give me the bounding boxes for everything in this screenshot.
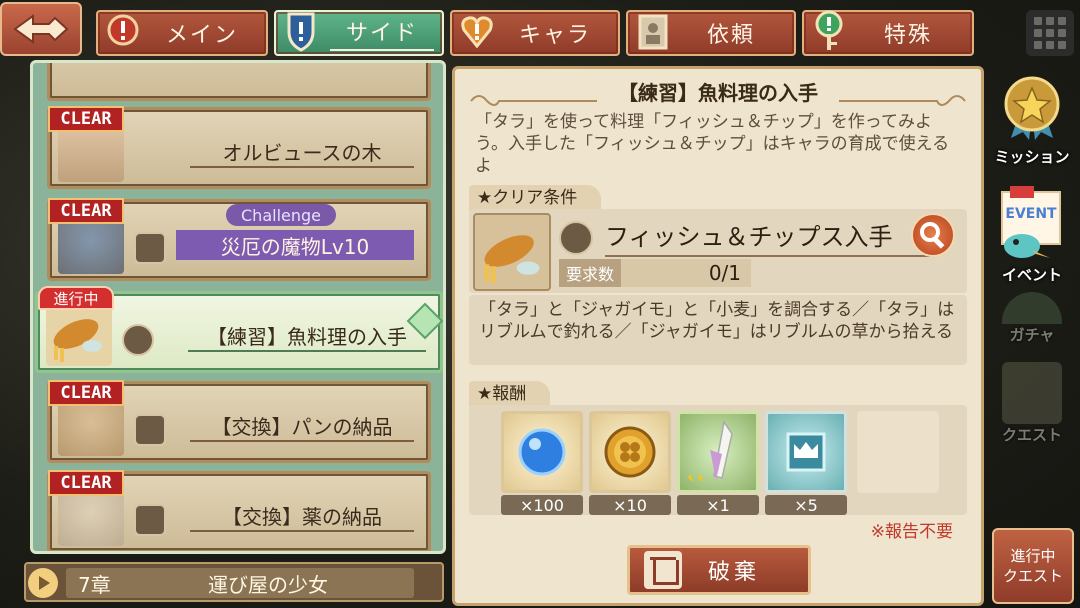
chapter-name: 運び屋の少女	[208, 572, 328, 597]
discard-label: 破棄	[708, 560, 761, 585]
reward-quantity: ×5	[765, 495, 847, 515]
tab-label: サイド	[329, 15, 434, 51]
fish-and-chips-icon	[473, 213, 551, 291]
tab-label: 特殊	[883, 23, 932, 48]
clear-badge: CLEAR	[48, 380, 124, 406]
tab-request[interactable]: 依頼	[626, 10, 796, 56]
list-item-selected[interactable]: 進行中 【練習】魚料理の入手	[35, 286, 443, 373]
reward-quantity: ×1	[677, 495, 759, 515]
chapter-number: 7章	[78, 572, 111, 597]
list-item[interactable]: CLEAR 【交換】パンの納品	[47, 380, 431, 463]
star-medal-icon	[1004, 76, 1060, 140]
reward-slot-empty	[857, 411, 939, 493]
grid-icon	[1034, 17, 1042, 25]
tab-chara[interactable]: キャラ	[450, 10, 620, 56]
quest-book-icon	[1002, 362, 1062, 424]
hint-text: 「タラ」と「ジャガイモ」と「小麦」を調合する／「タラ」はリブルムで釣れる／「ジャ…	[469, 295, 967, 365]
reward-item[interactable]	[677, 411, 759, 493]
exclamation-shield-icon	[107, 14, 139, 46]
tab-special[interactable]: 特殊	[802, 10, 974, 56]
reward-item[interactable]	[765, 411, 847, 493]
event-text: EVENT	[1005, 206, 1057, 222]
menu-grid-button[interactable]	[1026, 10, 1074, 56]
required-count-label: 要求数	[559, 259, 621, 287]
section-label: クリア条件	[492, 188, 578, 208]
exchange-icon	[134, 504, 166, 536]
active-quest-button[interactable]: 進行中 クエスト	[992, 528, 1074, 604]
compass-icon	[122, 324, 154, 356]
reward-header: ★報酬	[469, 381, 551, 407]
key-icon	[815, 10, 843, 50]
in-progress-badge: 進行中	[38, 286, 114, 310]
event-bird-icon: EVENT	[1001, 186, 1061, 258]
quest-description: 「タラ」を使って料理「フィッシュ＆チップ」を作ってみよう。入手した「フィッシュ＆…	[475, 112, 950, 176]
event-button[interactable]: EVENT イベント	[988, 184, 1076, 285]
reward-quantity: ×100	[501, 495, 583, 515]
reward-item[interactable]	[501, 411, 583, 493]
mission-button[interactable]: ミッション	[988, 72, 1076, 167]
play-icon	[28, 568, 58, 598]
portrait-frame-icon	[638, 14, 668, 50]
trash-icon	[644, 551, 682, 589]
discard-button[interactable]: 破棄	[627, 545, 811, 595]
shield-icon	[287, 12, 315, 52]
crystal-feather-icon	[686, 420, 733, 482]
list-item-partial[interactable]	[47, 63, 431, 101]
side-label: クエスト	[1001, 426, 1062, 444]
quest-detail-panel: 【練習】魚料理の入手 「タラ」を使って料理「フィッシュ＆チップ」を作ってみよう。…	[452, 66, 984, 606]
compass-icon	[559, 221, 593, 255]
heart-icon	[461, 16, 493, 49]
list-item[interactable]: CLEAR Challenge 災厄の魔物Lv10	[47, 198, 431, 281]
crown-ticket-icon	[786, 432, 826, 472]
list-item[interactable]: CLEAR オルビュースの木	[47, 106, 431, 189]
clear-badge: CLEAR	[48, 106, 124, 132]
clear-badge: CLEAR	[48, 470, 124, 496]
quest-list-panel[interactable]: CLEAR オルビュースの木 CLEAR Challenge 災厄の魔物Lv10…	[30, 60, 446, 554]
quest-title: オルビュースの木	[190, 138, 414, 168]
detail-title: 【練習】魚料理の入手	[618, 81, 818, 105]
no-report-note: ※報告不要	[870, 522, 953, 542]
tab-side[interactable]: サイド	[274, 10, 444, 56]
quest-button[interactable]: クエスト	[988, 362, 1076, 445]
blue-orb-icon	[518, 428, 566, 476]
tab-label: キャラ	[518, 23, 591, 48]
back-arrow-icon	[13, 14, 69, 44]
active-quest-line1: 進行中	[1010, 547, 1056, 565]
back-button[interactable]	[0, 2, 82, 56]
quest-title: 【交換】薬の納品	[190, 502, 414, 532]
exchange-icon	[134, 414, 166, 446]
quest-title: 【練習】魚料理の入手	[188, 322, 426, 352]
tab-label: メイン	[165, 23, 238, 48]
gacha-button[interactable]: ガチャ	[988, 292, 1076, 345]
magnifier-icon	[920, 222, 945, 249]
clear-badge: CLEAR	[48, 198, 124, 224]
clear-condition-header: ★クリア条件	[469, 185, 602, 211]
tab-label: 依頼	[706, 23, 755, 48]
required-count-value: 0/1	[621, 259, 751, 287]
side-label: イベント	[1001, 266, 1062, 284]
section-label: 報酬	[492, 384, 527, 404]
side-label: ミッション	[994, 148, 1070, 166]
list-item[interactable]: CLEAR 【交換】薬の納品	[47, 470, 431, 551]
gold-clover-coin-icon	[604, 426, 656, 478]
cat-face-icon	[134, 232, 166, 264]
side-label: ガチャ	[1009, 326, 1055, 344]
gacha-icon	[1002, 292, 1062, 324]
chapter-bar[interactable]: 7章 運び屋の少女	[24, 562, 444, 602]
tab-main[interactable]: メイン	[96, 10, 268, 56]
search-button[interactable]	[911, 213, 955, 257]
active-quest-line2: クエスト	[1002, 567, 1063, 585]
reward-quantity: ×10	[589, 495, 671, 515]
condition-text: フィッシュ＆チップス入手	[605, 217, 935, 257]
quest-title: 【交換】パンの納品	[190, 412, 414, 442]
quest-title: 災厄の魔物Lv10	[176, 230, 414, 260]
reward-item[interactable]	[589, 411, 671, 493]
challenge-badge: Challenge	[226, 204, 336, 226]
